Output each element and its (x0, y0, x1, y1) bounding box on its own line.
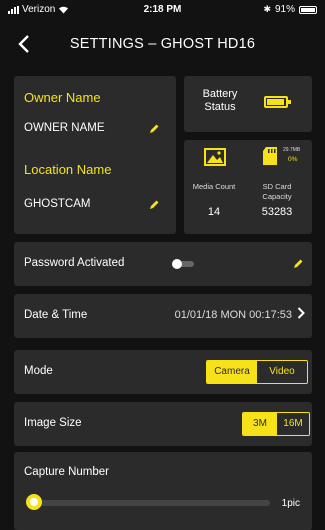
mode-label: Mode (24, 365, 53, 377)
battery-card: Battery Status (184, 76, 312, 132)
password-label: Password Activated (24, 257, 125, 269)
image-size-16m-option[interactable]: 16M (277, 413, 309, 435)
date-time-row[interactable]: Date & Time 01/01/18 MON 00:17:53 (14, 294, 312, 338)
password-toggle[interactable] (172, 259, 194, 269)
image-icon (204, 148, 226, 166)
edit-owner-pencil-icon[interactable] (148, 123, 160, 135)
mode-segmented-control: Camera Video (206, 360, 308, 384)
mode-camera-option[interactable]: Camera (207, 361, 257, 383)
owner-location-card: Owner Name OWNER NAME Location Name GHOS… (14, 76, 176, 234)
sd-percent: 0% (288, 156, 298, 163)
edit-password-pencil-icon[interactable] (292, 258, 304, 270)
storage-stats-card: 29.7MB 0% Media Count 14 SD Card Capacit… (184, 140, 312, 234)
page-title: SETTINGS – GHOST HD16 (69, 36, 256, 52)
media-count-label: Media Count (192, 182, 236, 191)
capture-number-label: Capture Number (24, 466, 110, 478)
sd-card-capacity-label: SD Card Capacity (262, 182, 292, 201)
mode-row: Mode Camera Video (14, 350, 312, 394)
capture-number-card: Capture Number 1pic (14, 452, 312, 530)
password-row: Password Activated (14, 242, 312, 286)
battery-icon (264, 96, 291, 108)
sd-card-capacity-value: 53283 (261, 206, 293, 218)
media-count-value: 14 (207, 206, 221, 218)
image-size-3m-option[interactable]: 3M (243, 413, 277, 435)
bluetooth-icon: ✱ (263, 4, 271, 14)
chevron-right-glyph-icon (297, 307, 305, 319)
owner-name-value: OWNER NAME (24, 122, 105, 134)
mode-video-option[interactable]: Video (257, 361, 307, 383)
owner-name-label: Owner Name (24, 90, 101, 105)
image-size-label: Image Size (24, 417, 82, 429)
sd-capacity-small: 29.7MB (283, 147, 301, 153)
capture-slider-track[interactable] (34, 500, 270, 506)
header: SETTINGS – GHOST HD16 (0, 28, 325, 62)
capture-number-value: 1pic (281, 498, 300, 509)
capture-slider-thumb[interactable] (26, 494, 42, 510)
battery-percent: 91% (274, 4, 295, 15)
battery-status-label: Battery Status (202, 88, 238, 113)
status-bar: Verizon 2:18 PM ✱ 91% (0, 0, 325, 18)
edit-location-pencil-icon[interactable] (148, 199, 160, 211)
battery-group: ✱ 91% (263, 4, 317, 15)
location-name-value: GHOSTCAM (24, 198, 91, 210)
toggle-knob (172, 259, 182, 269)
location-name-label: Location Name (24, 162, 112, 177)
sd-card-icon (263, 147, 277, 165)
date-time-value: 01/01/18 MON 00:17:53 (174, 309, 292, 321)
image-size-row: Image Size 3M 16M (14, 402, 312, 446)
image-size-segmented-control: 3M 16M (242, 412, 310, 436)
chevron-right-icon[interactable] (297, 306, 305, 322)
status-battery-icon (299, 5, 317, 14)
date-time-label: Date & Time (24, 309, 88, 321)
